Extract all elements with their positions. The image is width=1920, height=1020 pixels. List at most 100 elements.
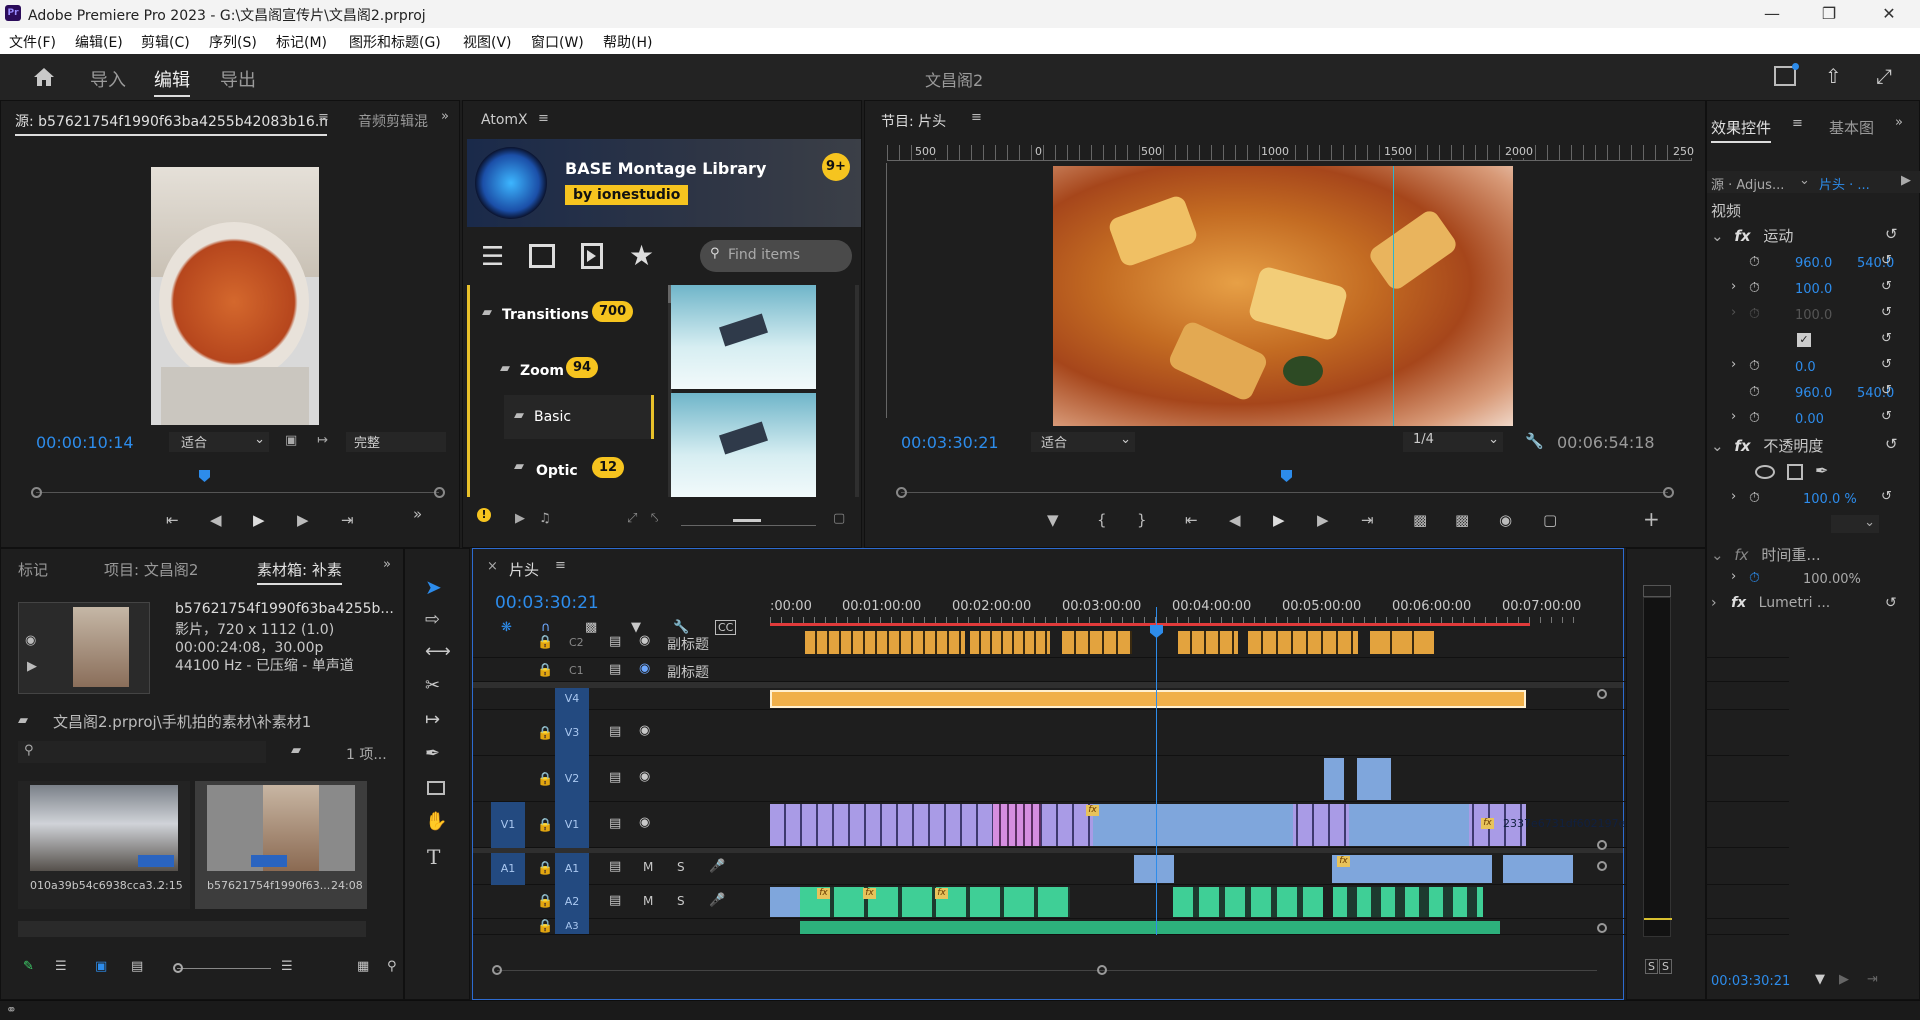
- find-icon[interactable]: ⚲: [387, 959, 397, 974]
- blend-mode-select[interactable]: ⌄: [1831, 515, 1879, 533]
- sync-lock-icon[interactable]: ▤: [609, 724, 621, 739]
- zoom-slider[interactable]: [177, 968, 271, 969]
- play-icon[interactable]: ▶: [1273, 511, 1285, 529]
- mark-out-icon[interactable]: }: [1137, 511, 1147, 529]
- new-search-bin-icon[interactable]: ▰: [291, 743, 301, 758]
- go-to-out-icon[interactable]: ⇥: [341, 511, 354, 529]
- music-icon[interactable]: ♫: [539, 511, 551, 526]
- motion-row[interactable]: ⌄ fx 运动 ↺: [1711, 225, 1920, 246]
- lock-icon[interactable]: 🔒: [537, 726, 553, 741]
- stopwatch-icon[interactable]: ⏱: [1749, 410, 1760, 426]
- audio-clip[interactable]: [1134, 855, 1174, 883]
- v-scroll-handle[interactable]: [1597, 689, 1607, 699]
- scrub-end-handle[interactable]: [1663, 487, 1674, 498]
- program-resolution-select[interactable]: 1/4 ⌄: [1403, 432, 1503, 452]
- eye-icon[interactable]: ◉: [639, 723, 650, 738]
- reset-icon[interactable]: ↺: [1885, 225, 1898, 243]
- menu-window[interactable]: 窗口(W): [531, 32, 584, 52]
- lock-icon[interactable]: 🔒: [537, 919, 553, 934]
- compare-icon[interactable]: ▢: [1543, 511, 1557, 529]
- stopwatch-icon[interactable]: ⏱: [1749, 570, 1760, 586]
- menu-view[interactable]: 视图(V): [463, 32, 512, 52]
- thumb-size-handle[interactable]: [733, 519, 761, 522]
- track-source-patch[interactable]: A1: [491, 853, 525, 885]
- track-id[interactable]: V4: [555, 688, 589, 710]
- reset-icon[interactable]: ↺: [1881, 305, 1892, 320]
- audio-clip[interactable]: [770, 887, 800, 917]
- panel-menu-icon[interactable]: ≡: [555, 558, 566, 573]
- favorites-star-icon[interactable]: ★: [629, 239, 654, 272]
- sync-lock-icon[interactable]: ▤: [609, 893, 621, 908]
- microphone-icon[interactable]: 🎤: [709, 893, 725, 908]
- program-playhead[interactable]: [1281, 470, 1292, 482]
- eye-icon[interactable]: ◉: [639, 769, 650, 784]
- track-select-icon[interactable]: ⇨: [425, 609, 440, 630]
- more-controls-icon[interactable]: »: [413, 505, 422, 523]
- v-scroll-handle[interactable]: [1597, 923, 1607, 933]
- program-timecode[interactable]: 00:03:30:21: [901, 433, 999, 452]
- audio-clip[interactable]: [1503, 855, 1573, 883]
- reset-icon[interactable]: ↺: [1881, 489, 1892, 504]
- pen-mask-icon[interactable]: ✒: [1815, 461, 1828, 480]
- reset-icon[interactable]: ↺: [1881, 383, 1892, 398]
- reset-icon[interactable]: ↺: [1885, 595, 1897, 611]
- music-clip-a3[interactable]: [800, 921, 1500, 934]
- video-clip[interactable]: [1093, 804, 1293, 846]
- lock-icon[interactable]: 🔒: [537, 663, 553, 678]
- opacity-row[interactable]: ⌄ fx 不透明度 ↺: [1711, 435, 1920, 456]
- list-view-icon[interactable]: [529, 244, 555, 268]
- anchor-x[interactable]: 960.0: [1795, 386, 1832, 401]
- step-back-icon[interactable]: ◀: [1229, 511, 1241, 529]
- lock-icon[interactable]: 🔒: [537, 894, 553, 909]
- video-clip[interactable]: [1357, 758, 1391, 800]
- caption-clip[interactable]: [805, 631, 965, 654]
- solo-button[interactable]: S: [677, 894, 685, 908]
- maximize-icon[interactable]: ❐: [1800, 0, 1858, 28]
- expand-icon[interactable]: ›: [1731, 305, 1736, 320]
- music-clips-a2c[interactable]: [1333, 887, 1483, 917]
- program-fit-select[interactable]: 适合 ⌄: [1031, 432, 1135, 452]
- source-fit-select[interactable]: 适合 ⌄: [169, 432, 269, 452]
- reset-icon[interactable]: ↺: [1885, 435, 1898, 453]
- panel-menu-icon[interactable]: ≡: [538, 111, 549, 126]
- overflow-icon[interactable]: »: [383, 557, 391, 572]
- music-clips-a2b[interactable]: [1173, 887, 1323, 917]
- automate-icon[interactable]: ▦: [357, 959, 369, 974]
- speed-value[interactable]: 100.00%: [1803, 572, 1861, 587]
- export-frame-icon[interactable]: ▣: [285, 433, 297, 448]
- panel-menu-icon[interactable]: ≡: [1792, 116, 1803, 131]
- expand-icon[interactable]: ›: [1731, 569, 1736, 584]
- scrub-start-handle[interactable]: [896, 487, 907, 498]
- effect-timecode[interactable]: 00:03:30:21: [1711, 974, 1790, 989]
- position-x[interactable]: 960.0: [1795, 256, 1832, 271]
- opacity-value[interactable]: 100.0 %: [1803, 492, 1857, 507]
- solo-button[interactable]: S: [677, 860, 685, 874]
- home-icon[interactable]: [32, 66, 56, 88]
- panel-menu-icon[interactable]: ≡: [971, 110, 982, 125]
- play-icon[interactable]: ▶: [253, 511, 265, 529]
- mark-in-icon[interactable]: {: [1097, 511, 1107, 529]
- quick-export-icon[interactable]: [1774, 63, 1799, 86]
- sync-lock-icon[interactable]: ▤: [609, 770, 621, 785]
- type-tool-icon[interactable]: T: [427, 845, 440, 869]
- go-to-in-icon[interactable]: ⇤: [1185, 511, 1198, 529]
- close-tab-icon[interactable]: ×: [487, 559, 498, 574]
- warning-badge[interactable]: !: [477, 508, 491, 522]
- h-scroll-start-handle[interactable]: [492, 965, 502, 975]
- lock-icon[interactable]: 🔒: [537, 772, 553, 787]
- solo-left-button[interactable]: S: [1645, 959, 1658, 974]
- scrub-start-handle[interactable]: [31, 487, 42, 498]
- overflow-icon[interactable]: »: [441, 109, 449, 124]
- video-preset-icon[interactable]: ▶: [515, 511, 525, 526]
- track-source-patch[interactable]: V1: [491, 802, 525, 848]
- lock-icon[interactable]: 🔒: [537, 635, 553, 650]
- thumb-size-slider[interactable]: [681, 525, 816, 526]
- pencil-icon[interactable]: ✎: [23, 959, 34, 974]
- v-scroll-handle[interactable]: [1597, 840, 1607, 850]
- rotation-value[interactable]: 0.0: [1795, 360, 1816, 375]
- insert-icon[interactable]: ↦: [317, 433, 328, 448]
- source-tab[interactable]: 源: b57621754f1990f63ba4255b42083b16.mp4: [15, 111, 327, 136]
- step-forward-icon[interactable]: ▶: [1317, 511, 1329, 529]
- freeform-view-icon[interactable]: ▤: [131, 959, 143, 974]
- atomx-banner[interactable]: BASE Montage Library by ionestudio 9+: [467, 139, 861, 227]
